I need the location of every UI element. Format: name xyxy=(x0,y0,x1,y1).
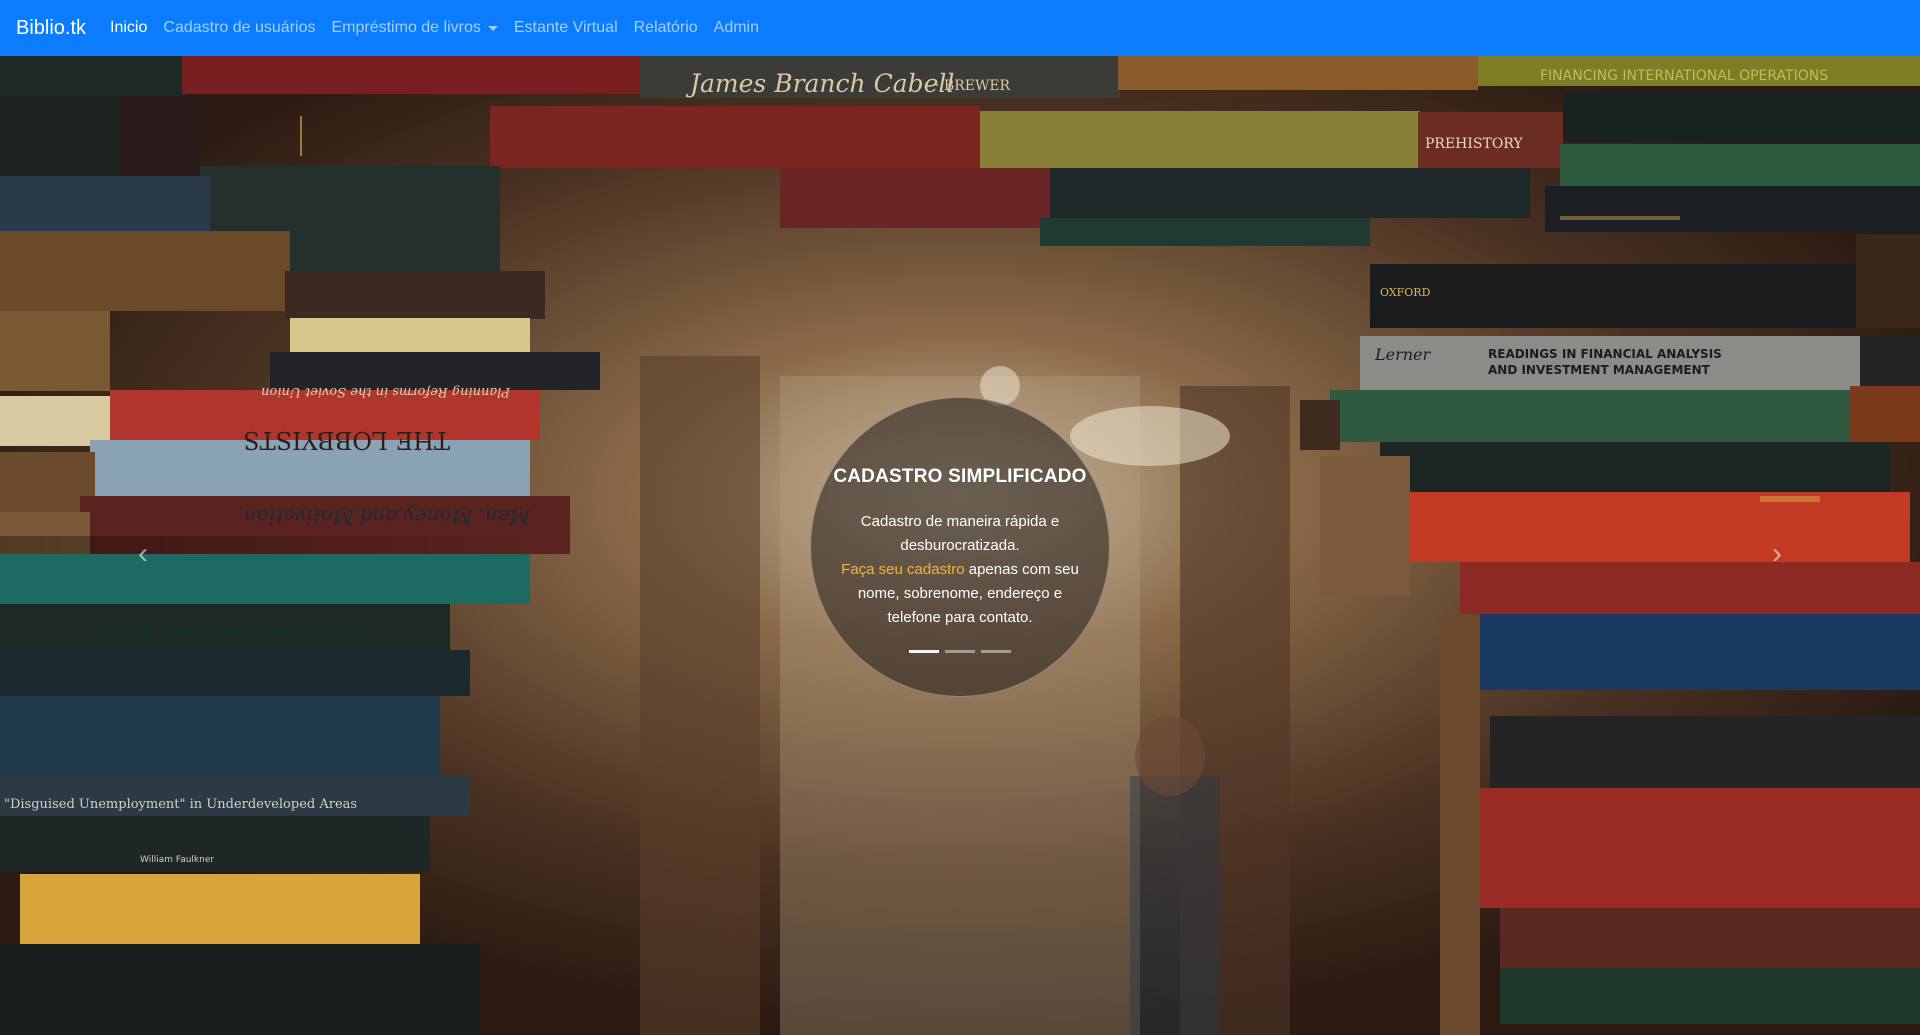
nav-admin[interactable]: Admin xyxy=(714,19,759,37)
book-title-disguised: "Disguised Unemployment" in Underdevelop… xyxy=(4,797,357,812)
carousel-indicator-1[interactable] xyxy=(909,650,939,653)
book-title-financing: FINANCING INTERNATIONAL OPERATIONS xyxy=(1540,68,1828,84)
top-navbar: Biblio.tk Inicio Cadastro de usuários Em… xyxy=(0,0,1920,56)
carousel-indicator-3[interactable] xyxy=(981,650,1011,653)
chevron-left-icon: ‹ xyxy=(138,537,148,570)
carousel-next-button[interactable]: › xyxy=(1762,534,1792,574)
carousel-indicators xyxy=(909,650,1011,653)
carousel-prev-button[interactable]: ‹ xyxy=(128,534,158,574)
nav-estante-virtual[interactable]: Estante Virtual xyxy=(514,19,618,37)
nav-emprestimo-livros[interactable]: Empréstimo de livros xyxy=(331,19,498,37)
book-title-planning: Planning Reforms in the Soviet Union xyxy=(261,384,511,399)
book-title-faulkner: William Faulkner xyxy=(140,855,214,865)
book-title-cabell: James Branch Cabell xyxy=(685,69,954,98)
book-title-money: Men, Money and Motivation xyxy=(244,505,531,529)
caption-text: Cadastro de maneira rápida e desburocrat… xyxy=(840,510,1080,630)
caption-title: CADASTRO SIMPLIFICADO xyxy=(833,466,1087,487)
cadastro-link[interactable]: Faça seu cadastro xyxy=(841,561,964,578)
book-title-readings2: AND INVESTMENT MANAGEMENT xyxy=(1488,363,1711,377)
book-title-lerner: Lerner xyxy=(1374,345,1432,364)
caption-line1: Cadastro de maneira rápida e desburocrat… xyxy=(860,513,1060,554)
carousel-caption: CADASTRO SIMPLIFICADO Cadastro de maneir… xyxy=(810,397,1110,697)
nav-emprestimo-label: Empréstimo de livros xyxy=(331,19,481,36)
book-title-brewer: · BREWER xyxy=(935,78,1011,94)
nav-relatorio[interactable]: Relatório xyxy=(634,19,698,37)
chevron-right-icon: › xyxy=(1772,537,1782,570)
brand-logo[interactable]: Biblio.tk xyxy=(16,17,86,40)
caret-down-icon xyxy=(487,25,498,31)
book-title-prehistory: PREHISTORY xyxy=(1425,136,1523,152)
hero-carousel: James Branch Cabell · BREWER FINANCING I… xyxy=(0,56,1920,1035)
nav-cadastro-usuarios[interactable]: Cadastro de usuários xyxy=(163,19,315,37)
carousel-indicator-2[interactable] xyxy=(945,650,975,653)
book-title-fiber: The U.S. Man-Made Fiber Industry xyxy=(95,621,361,639)
book-title-lobbyists: THE LOBBYISTS xyxy=(243,426,450,454)
nav-inicio[interactable]: Inicio xyxy=(110,19,147,37)
book-title-oxford: OXFORD xyxy=(1380,286,1431,299)
book-title-readings1: READINGS IN FINANCIAL ANALYSIS xyxy=(1488,347,1722,361)
